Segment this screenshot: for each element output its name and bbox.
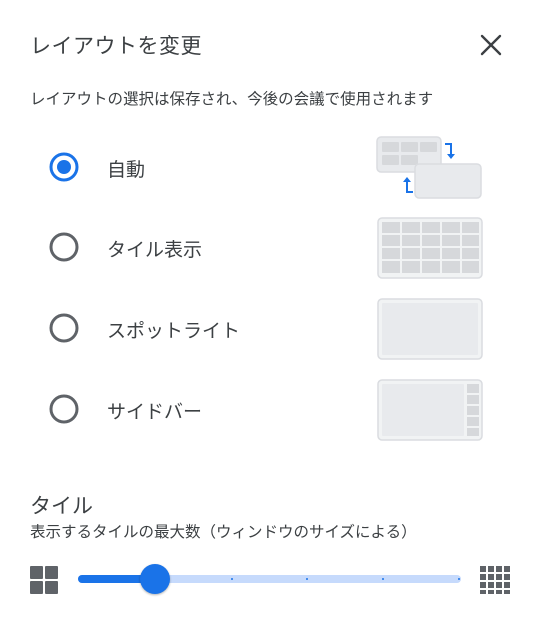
spotlight-layout-icon — [377, 298, 483, 360]
layout-option-sidebar[interactable]: サイドバー — [0, 378, 537, 444]
many-tiles-icon — [480, 566, 510, 594]
slider-thumb[interactable] — [140, 564, 170, 594]
tiles-section-description: 表示するタイルの最大数（ウィンドウのサイズによる） — [30, 523, 417, 541]
layout-option-tiled[interactable]: タイル表示 — [0, 216, 537, 282]
layout-option-spotlight[interactable]: スポットライト — [0, 297, 537, 363]
tile-count-slider[interactable] — [78, 564, 461, 594]
sidebar-layout-icon — [377, 379, 483, 441]
layout-option-label: サイドバー — [107, 401, 203, 423]
layout-option-label: タイル表示 — [107, 239, 203, 261]
radio-unselected[interactable] — [48, 312, 80, 344]
radio-unselected[interactable] — [48, 231, 80, 263]
tile-count-slider-row — [0, 560, 537, 600]
slider-tick — [458, 578, 460, 580]
slider-tick — [306, 578, 308, 580]
layout-option-auto[interactable]: 自動 — [0, 136, 537, 202]
change-layout-dialog: レイアウトを変更 レイアウトの選択は保存され、今後の会議で使用されます 自動 タ… — [0, 0, 537, 637]
tiles-section-title: タイル — [30, 494, 93, 518]
dialog-subtitle: レイアウトの選択は保存され、今後の会議で使用されます — [30, 90, 434, 108]
four-tiles-icon — [30, 566, 58, 594]
layout-option-label: スポットライト — [107, 320, 241, 342]
auto-layout-icon — [376, 136, 482, 199]
layout-option-label: 自動 — [107, 159, 146, 181]
close-button[interactable] — [474, 28, 508, 62]
slider-tick — [382, 578, 384, 580]
tiled-layout-icon — [377, 217, 483, 279]
dialog-title: レイアウトを変更 — [30, 34, 202, 58]
radio-selected[interactable] — [48, 151, 80, 183]
slider-tick — [231, 578, 233, 580]
close-icon — [480, 34, 502, 56]
radio-unselected[interactable] — [48, 393, 80, 425]
